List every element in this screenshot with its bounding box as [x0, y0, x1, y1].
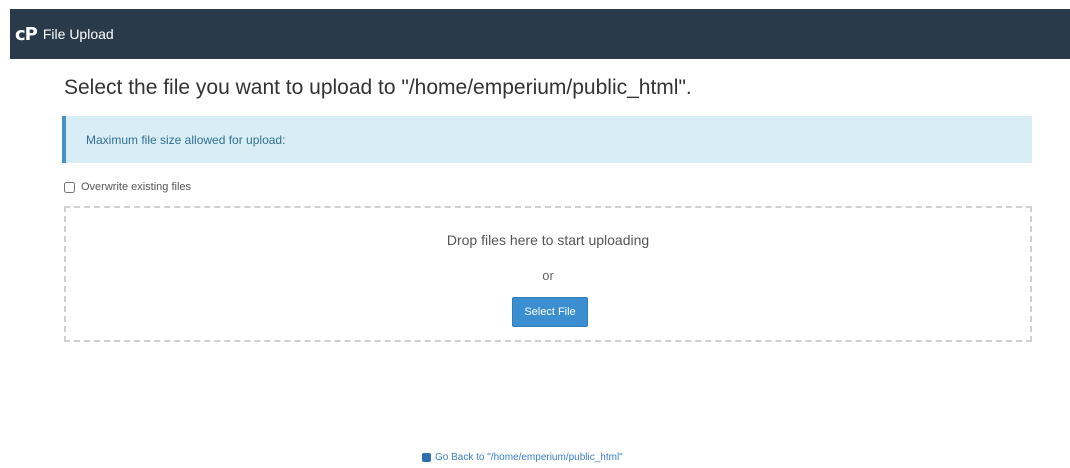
- cpanel-logo-icon: cP: [15, 23, 38, 45]
- page-heading: Select the file you want to upload to "/…: [64, 76, 692, 99]
- top-bar: cP File Upload: [10, 9, 1070, 59]
- go-back-label: Go Back to "/home/emperium/public_html": [435, 452, 623, 463]
- app-title: File Upload: [42, 26, 114, 42]
- file-dropzone[interactable]: Drop files here to start uploading or Se…: [64, 206, 1032, 342]
- overwrite-option[interactable]: Overwrite existing files: [64, 181, 191, 193]
- info-alert: Maximum file size allowed for upload:: [62, 116, 1032, 163]
- drop-files-text: Drop files here to start uploading: [446, 232, 650, 248]
- max-file-size-message: Maximum file size allowed for upload:: [86, 132, 286, 147]
- or-separator: or: [542, 268, 554, 283]
- overwrite-label: Overwrite existing files: [81, 181, 192, 193]
- select-file-button[interactable]: Select File: [512, 297, 588, 327]
- go-back-link[interactable]: Go Back to "/home/emperium/public_html": [422, 452, 623, 463]
- overwrite-checkbox[interactable]: [64, 181, 75, 193]
- back-arrow-icon: [422, 453, 431, 462]
